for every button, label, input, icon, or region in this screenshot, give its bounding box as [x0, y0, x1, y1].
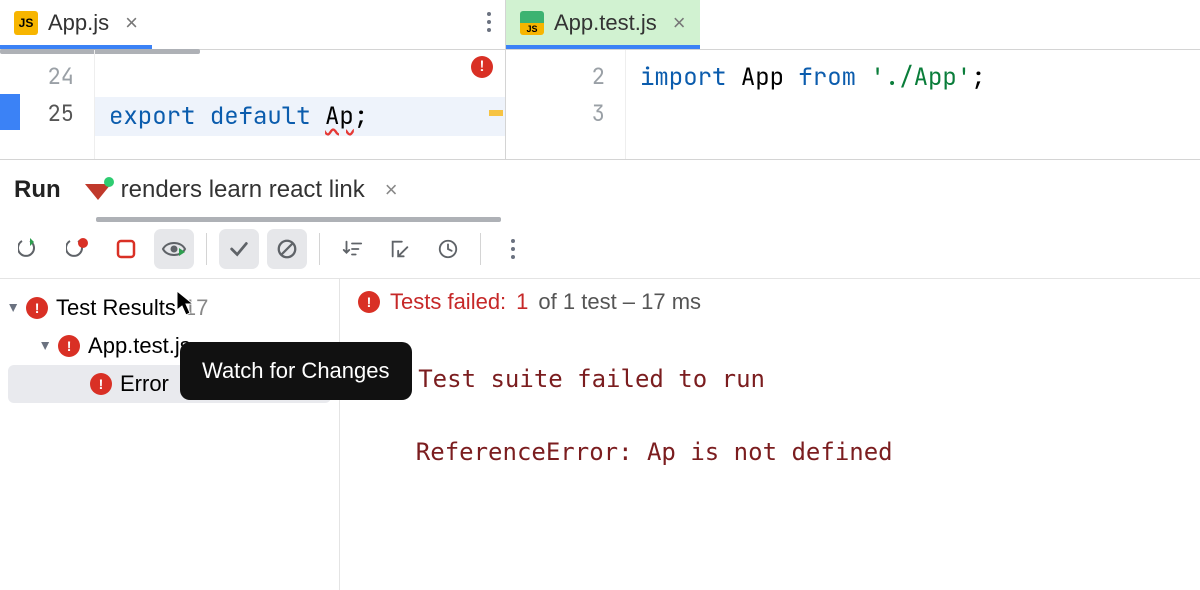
toolbar-divider [319, 233, 320, 265]
mouse-cursor-icon [176, 290, 196, 316]
show-ignored-button[interactable] [267, 229, 307, 269]
tests-failed-count: 1 [516, 289, 528, 315]
fail-badge-icon: ! [358, 291, 380, 313]
run-config-tab[interactable]: renders learn react link × [85, 160, 398, 220]
run-header: Run renders learn react link × [0, 160, 1200, 220]
keyword-from: from [798, 62, 856, 93]
run-panel-label[interactable]: Run [14, 176, 61, 204]
chevron-down-icon[interactable]: ▸ [4, 304, 24, 312]
show-passed-button[interactable] [219, 229, 259, 269]
tree-root-row[interactable]: ▸ ! Test Results 17 [0, 289, 339, 327]
gutter-right: 2 3 [506, 50, 626, 159]
editor-split: JS App.js × 24 25 export default Ap; ! [0, 0, 1200, 160]
code-line[interactable]: import App from './App'; [626, 58, 1200, 97]
test-output-body: ● Test suite failed to run ReferenceErro… [358, 361, 1182, 466]
toolbar-divider [206, 233, 207, 265]
run-tab-scrollbar[interactable] [96, 217, 501, 222]
jstest-file-icon: JS [520, 11, 544, 35]
tests-failed-prefix: Tests failed: [390, 289, 506, 315]
close-icon[interactable]: × [385, 177, 398, 203]
chevron-down-icon[interactable]: ▸ [36, 342, 56, 350]
tab-app-test-js[interactable]: JS App.test.js × [506, 0, 700, 49]
code-line[interactable] [626, 97, 1200, 136]
keyword-default: default [210, 101, 311, 132]
string-literal: './App' [870, 62, 971, 93]
kebab-menu-icon[interactable] [487, 12, 491, 32]
close-icon[interactable]: × [125, 10, 138, 36]
run-toolbar [0, 220, 1200, 278]
toolbar-divider [480, 233, 481, 265]
line-number: 24 [0, 58, 94, 95]
tree-error-label: Error [120, 371, 169, 397]
rerun-button[interactable] [10, 229, 50, 269]
warning-marker[interactable] [489, 110, 503, 116]
import-results-button[interactable] [380, 229, 420, 269]
error-gutter-icon[interactable]: ! [471, 56, 493, 78]
fail-badge-icon: ! [26, 297, 48, 319]
tree-file-label: App.test.js [88, 333, 191, 359]
test-tree[interactable]: ▸ ! Test Results 17 ▸ ! App.test.js ! Er… [0, 279, 340, 590]
tooltip: Watch for Changes [180, 342, 412, 400]
history-button[interactable] [428, 229, 468, 269]
rerun-failed-button[interactable] [58, 229, 98, 269]
stop-button[interactable] [106, 229, 146, 269]
jest-icon [85, 180, 111, 200]
sort-button[interactable] [332, 229, 372, 269]
marker-strip[interactable] [487, 100, 505, 159]
semicolon: ; [971, 62, 985, 93]
line-number: 2 [506, 58, 625, 95]
close-icon[interactable]: × [673, 10, 686, 36]
semicolon: ; [354, 101, 368, 132]
tree-root-label: Test Results [56, 295, 176, 321]
fail-badge-icon: ! [58, 335, 80, 357]
suite-failed-text: Test suite failed to run [418, 365, 765, 393]
line-number: 3 [506, 95, 625, 132]
tests-failed-summary: ! Tests failed: 1 of 1 test – 17 ms [358, 289, 1182, 315]
code-line[interactable]: export default Ap; [95, 97, 505, 136]
caret-line-marker [0, 94, 20, 130]
fail-badge-icon: ! [90, 373, 112, 395]
suite-failed-line: ● Test suite failed to run [358, 361, 1182, 394]
tab-label: App.test.js [554, 10, 657, 36]
error-detail-line: ReferenceError: Ap is not defined [358, 438, 1182, 466]
watch-for-changes-button[interactable] [154, 229, 194, 269]
js-file-icon: JS [14, 11, 38, 35]
tab-app-js[interactable]: JS App.js × [0, 0, 152, 49]
code-lines-right[interactable]: import App from './App'; [626, 50, 1200, 159]
gutter-left: 24 25 [0, 50, 95, 159]
editor-pane-right: JS App.test.js × 2 3 import App from './… [506, 0, 1200, 159]
keyword-export: export [109, 101, 195, 132]
test-output[interactable]: ! Tests failed: 1 of 1 test – 17 ms ● Te… [340, 279, 1200, 590]
identifier: App [741, 62, 784, 93]
code-line[interactable] [95, 58, 505, 97]
run-body: ▸ ! Test Results 17 ▸ ! App.test.js ! Er… [0, 278, 1200, 590]
editor-pane-left: JS App.js × 24 25 export default Ap; ! [0, 0, 506, 159]
tests-failed-rest: of 1 test – 17 ms [538, 289, 701, 315]
identifier-error: Ap [325, 101, 354, 132]
tabbar-left: JS App.js × [0, 0, 505, 50]
keyword-import: import [640, 62, 726, 93]
run-config-label: renders learn react link [121, 176, 365, 204]
code-area-left[interactable]: 24 25 export default Ap; ! [0, 50, 505, 159]
tabbar-right: JS App.test.js × [506, 0, 1200, 50]
more-options-button[interactable] [493, 229, 533, 269]
tab-label: App.js [48, 10, 109, 36]
code-lines-left[interactable]: export default Ap; [95, 50, 505, 159]
code-area-right[interactable]: 2 3 import App from './App'; [506, 50, 1200, 159]
